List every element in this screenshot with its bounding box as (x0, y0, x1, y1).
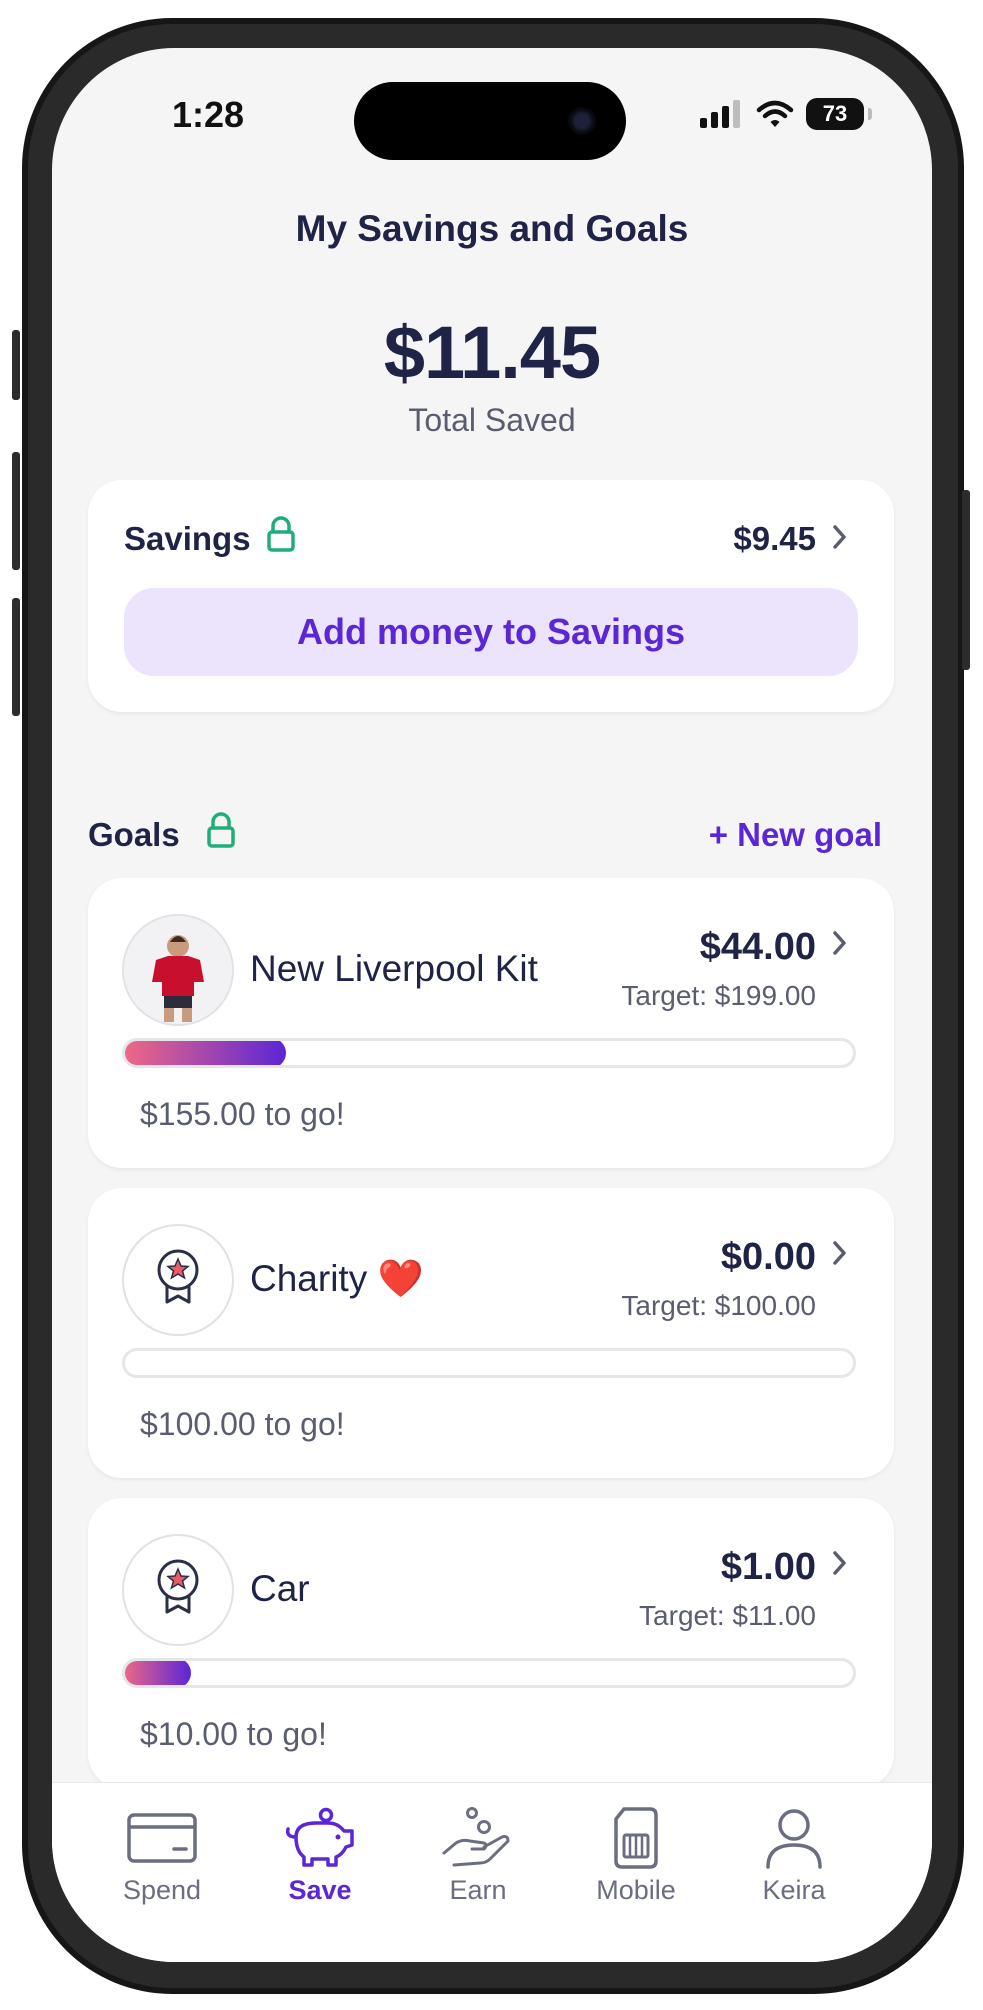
award-ribbon-icon (122, 1224, 234, 1336)
tab-earn[interactable]: Earn (408, 1807, 548, 1906)
goal-progress-bar (122, 1658, 856, 1688)
tab-mobile[interactable]: Mobile (566, 1807, 706, 1906)
goal-progress-bar (122, 1348, 856, 1378)
liverpool-kit-photo (122, 914, 234, 1026)
action-button (12, 330, 20, 400)
chevron-right-icon[interactable] (832, 1240, 848, 1266)
hand-coins-icon (442, 1807, 510, 1867)
app-screen: 1:28 73 My Savings and Goals $11.45 Tota… (52, 48, 932, 1962)
goal-amount: $0.00 (720, 1236, 816, 1278)
tab-profile[interactable]: Keira (724, 1807, 864, 1906)
award-ribbon-icon (122, 1534, 234, 1646)
goal-card[interactable]: Car $1.00 Target: $11.00 $10.00 to go! (88, 1498, 894, 1788)
savings-label: Savings (124, 520, 251, 557)
goal-target: Target: $11.00 (639, 1600, 816, 1631)
goal-card[interactable]: New Liverpool Kit $44.00 Target: $199.00… (88, 878, 894, 1168)
total-saved-label: Total Saved (408, 402, 576, 438)
lock-icon (207, 812, 235, 848)
power-button (962, 490, 970, 670)
new-goal-button[interactable]: + New goal (709, 816, 882, 854)
battery-icon: 73 (806, 98, 872, 130)
goal-progress-bar (122, 1038, 856, 1068)
status-icons: 73 (700, 98, 872, 130)
piggy-bank-icon (285, 1807, 354, 1867)
goal-progress-fill (125, 1661, 192, 1685)
goal-target: Target: $100.00 (621, 1290, 816, 1321)
wifi-icon (756, 100, 794, 127)
chevron-right-icon[interactable] (832, 524, 848, 550)
goal-remaining: $155.00 to go! (140, 1096, 345, 1132)
goal-remaining: $100.00 to go! (140, 1406, 345, 1442)
status-time: 1:28 (172, 94, 245, 135)
total-saved-amount: $11.45 (383, 311, 601, 394)
goal-name: New Liverpool Kit (250, 948, 538, 989)
tab-label: Spend (122, 1875, 202, 1905)
tab-spend[interactable]: Spend (92, 1807, 232, 1906)
person-icon (766, 1809, 822, 1869)
goal-progress-fill (125, 1041, 286, 1065)
savings-card: Savings $9.45 Add money to Savings (88, 480, 894, 712)
goal-amount: $44.00 (699, 926, 816, 968)
add-money-to-savings-button[interactable]: Add money to Savings (124, 588, 858, 676)
goal-name: Charity ❤️ (250, 1258, 424, 1299)
savings-amount[interactable]: $9.45 (733, 520, 816, 558)
card-icon (127, 1813, 197, 1863)
page-title: My Savings and Goals (295, 208, 689, 249)
tab-label: Save (288, 1875, 352, 1905)
goals-section-label: Goals (88, 816, 180, 853)
bottom-tab-bar: Spend Save Earn Mobile Keira (52, 1782, 932, 1962)
goal-amount: $1.00 (720, 1546, 816, 1588)
lock-icon (267, 516, 295, 552)
tab-save[interactable]: Save (250, 1807, 390, 1906)
tab-label: Mobile (596, 1875, 676, 1905)
dynamic-island (354, 82, 626, 160)
volume-down-button (12, 598, 20, 716)
tab-label: Keira (762, 1875, 826, 1905)
sim-card-icon (614, 1807, 658, 1869)
chevron-right-icon[interactable] (832, 930, 848, 956)
chevron-right-icon[interactable] (832, 1550, 848, 1576)
volume-up-button (12, 452, 20, 570)
goal-card[interactable]: Charity ❤️ $0.00 Target: $100.00 $100.00… (88, 1188, 894, 1478)
front-camera (568, 107, 596, 135)
tab-label: Earn (449, 1875, 507, 1905)
goal-remaining: $10.00 to go! (140, 1716, 327, 1752)
goal-target: Target: $199.00 (621, 980, 816, 1011)
goal-name: Car (250, 1568, 310, 1609)
cellular-signal-icon (700, 100, 740, 128)
